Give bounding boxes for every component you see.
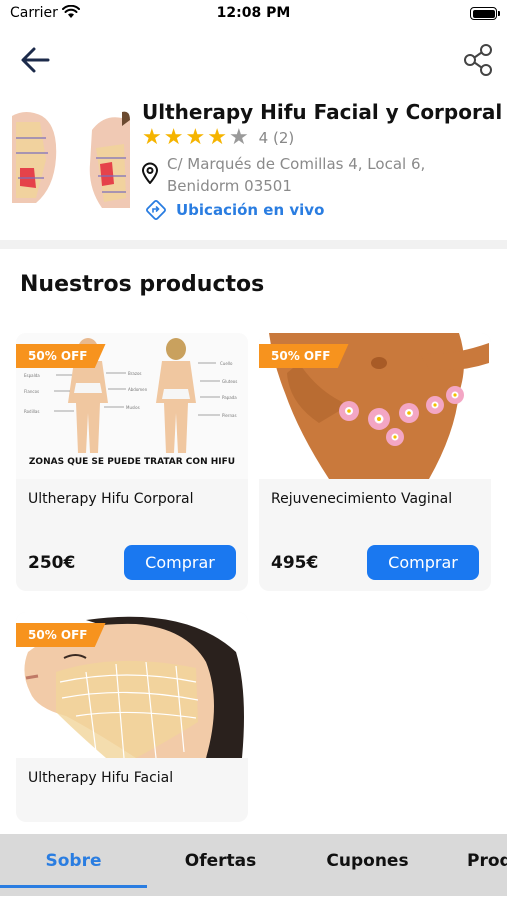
shop-name: Ultherapy Hifu Facial y Corporal [142,100,503,124]
shop-logo [6,108,130,208]
map-pin-icon [141,162,159,184]
image-caption: ZONAS QUE SE PUEDE TRATAR CON HIFU [29,457,235,467]
section-divider [0,240,507,249]
tab-cupones[interactable]: Cupones [294,834,441,892]
buy-button[interactable]: Comprar [367,545,479,580]
tab-productos[interactable]: Prod [441,834,507,892]
shop-header: Ultherapy Hifu Facial y Corporal ★ ★ ★ ★… [0,100,507,235]
discount-badge: 50% OFF [16,344,106,368]
clock: 12:08 PM [216,5,291,21]
star-icon: ★ [185,125,206,150]
discount-badge: 50% OFF [16,623,106,647]
share-icon[interactable] [461,42,495,78]
status-bar: Carrier 12:08 PM [0,0,507,30]
navigation-icon [146,200,166,220]
svg-text:Rodillas: Rodillas [24,409,39,414]
svg-text:Brazos: Brazos [128,371,141,376]
product-name: Ultherapy Hifu Corporal [28,491,194,507]
product-price: 250€ [28,553,76,573]
star-icon: ★ [207,125,227,150]
svg-text:Gluteos: Gluteos [222,379,237,384]
svg-text:Flancos: Flancos [24,389,39,394]
product-card[interactable]: Brazos Abdomen Muslos Espalda Flancos Rodill… [16,333,248,591]
star-icon: ★ [163,125,184,150]
shop-address: C/ Marqués de Comillas 4, Local 6, Benid… [167,155,426,195]
tab-sobre[interactable]: Sobre [0,834,147,892]
buy-button[interactable]: Comprar [124,545,236,580]
product-name: Ultherapy Hifu Facial [28,770,174,786]
product-card[interactable]: 50% OFF Ultherapy Hifu Facial [16,612,248,822]
product-card[interactable]: 50% OFF Rejuvenecimiento Vaginal 495€ Co… [259,333,491,591]
svg-text:Abdomen: Abdomen [128,387,148,392]
back-arrow-icon[interactable] [18,42,56,78]
svg-text:Cuello: Cuello [220,361,233,366]
rating-stars: ★ ★ ★ ★ ★ 4 (2) [142,127,294,149]
battery-icon [470,7,500,20]
svg-text:Espalda: Espalda [24,373,40,378]
product-price: 495€ [271,553,319,573]
active-tab-indicator [0,885,147,888]
star-icon: ★ [228,125,249,150]
tab-bar: Sobre Ofertas Cupones Prod [0,834,507,896]
products-title: Nuestros productos [20,272,265,297]
tab-ofertas[interactable]: Ofertas [147,834,294,892]
svg-text:Papada: Papada [222,395,237,400]
svg-text:Muslos: Muslos [126,405,140,410]
live-location-link[interactable]: Ubicación en vivo [176,201,324,219]
product-name: Rejuvenecimiento Vaginal [271,491,453,507]
svg-text:Piernas: Piernas [222,413,237,418]
rating-count: 4 (2) [258,129,295,147]
star-icon: ★ [142,125,162,150]
discount-badge: 50% OFF [259,344,349,368]
